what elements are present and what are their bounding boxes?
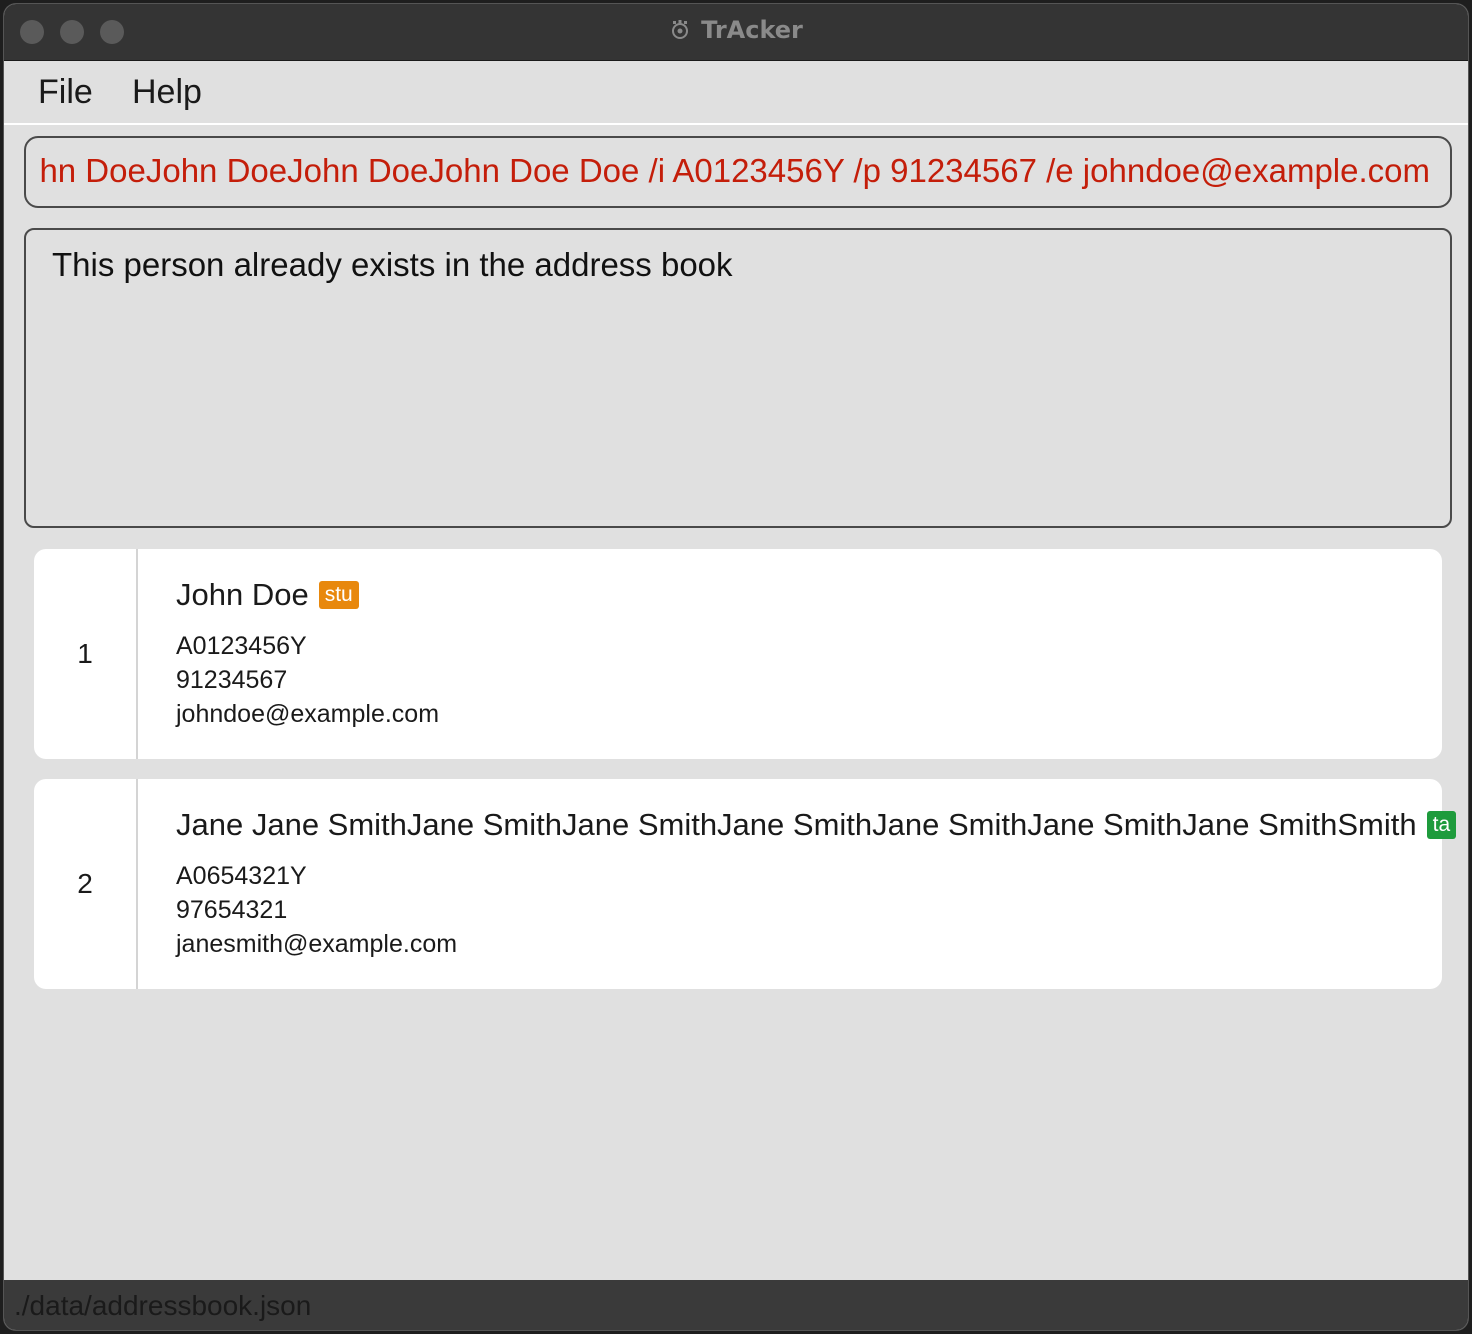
result-display[interactable]: This person already exists in the addres… — [24, 228, 1452, 528]
person-phone: 91234567 — [176, 666, 288, 694]
person-tag: ta — [1426, 811, 1457, 839]
person-name-row: John Doe stu — [176, 575, 1422, 615]
person-tag: stu — [318, 581, 359, 609]
window-title: TrAcker — [701, 16, 803, 44]
result-message: This person already exists in the addres… — [52, 246, 733, 283]
command-input[interactable]: hn DoeJohn DoeJohn DoeJohn Doe Doe /i A0… — [24, 136, 1452, 208]
person-list[interactable]: 1 John Doe stu A0123456Y 91234567 johndo… — [34, 549, 1457, 1009]
command-input-text: hn DoeJohn DoeJohn DoeJohn Doe Doe /i A0… — [39, 152, 1430, 189]
window-title-container: TrAcker — [4, 16, 1468, 44]
menu-file[interactable]: File — [38, 73, 93, 112]
person-details: Jane Jane SmithJane SmithJane SmithJane … — [176, 805, 1457, 961]
status-file-path: ./data/addressbook.json — [14, 1290, 312, 1321]
person-student-id: A0123456Y — [176, 632, 307, 660]
status-bar: ./data/addressbook.json — [4, 1280, 1468, 1330]
person-student-id: A0654321Y — [176, 862, 307, 890]
person-email: johndoe@example.com — [176, 700, 440, 728]
person-card[interactable]: 1 John Doe stu A0123456Y 91234567 johndo… — [34, 549, 1442, 759]
menu-help[interactable]: Help — [132, 73, 202, 112]
person-email: janesmith@example.com — [176, 930, 458, 958]
person-name: John Doe — [176, 577, 309, 612]
person-index: 2 — [34, 779, 138, 989]
title-bar: TrAcker — [4, 4, 1468, 61]
person-details: John Doe stu A0123456Y 91234567 johndoe@… — [176, 575, 1422, 731]
person-name: Jane Jane SmithJane SmithJane SmithJane … — [176, 807, 1417, 842]
person-index: 1 — [34, 549, 138, 759]
app-logo-icon — [672, 20, 689, 39]
app-window: TrAcker File Help hn DoeJohn DoeJohn Doe… — [4, 4, 1468, 1330]
menu-bar: File Help — [4, 61, 1468, 125]
person-phone: 97654321 — [176, 896, 288, 924]
person-name-row: Jane Jane SmithJane SmithJane SmithJane … — [176, 805, 1457, 845]
person-card[interactable]: 2 Jane Jane SmithJane SmithJane SmithJan… — [34, 779, 1457, 989]
